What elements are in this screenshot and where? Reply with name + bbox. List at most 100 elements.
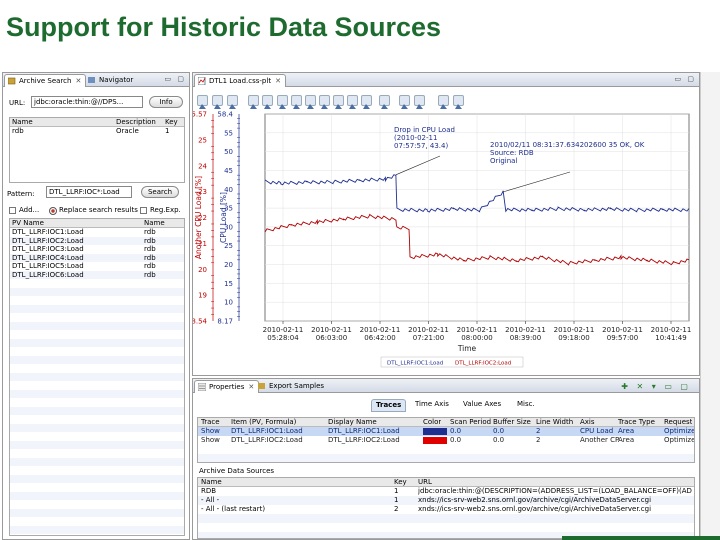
- subtab-misc[interactable]: Misc.: [513, 399, 539, 410]
- regexp-checkbox[interactable]: [140, 207, 147, 214]
- list-item[interactable]: [10, 457, 184, 466]
- list-item[interactable]: [10, 466, 184, 475]
- close-icon[interactable]: ✕: [248, 383, 254, 391]
- trace-color-swatch[interactable]: [423, 428, 447, 435]
- autoscale-icon[interactable]: [305, 95, 316, 109]
- table-row[interactable]: - All - (last restart) 2 xnds://ics-srv-we…: [198, 505, 694, 514]
- minimize-maximize-icon[interactable]: ▭ ▢: [165, 75, 186, 83]
- source-col-header[interactable]: URL: [418, 478, 432, 487]
- list-item[interactable]: DTL_LLRF:IOC4:Load rdb: [10, 253, 184, 262]
- list-item[interactable]: DTL_LLRF:IOC6:Load rdb: [10, 270, 184, 279]
- list-item[interactable]: DTL_LLRF:IOC3:Load rdb: [10, 245, 184, 254]
- list-item[interactable]: [10, 525, 184, 534]
- col-pv-name[interactable]: PV Name: [12, 219, 44, 228]
- list-item[interactable]: [10, 355, 184, 364]
- trace-col-header[interactable]: Line Width: [536, 418, 573, 427]
- subtab-time-axis[interactable]: Time Axis: [411, 399, 453, 410]
- list-item[interactable]: [10, 389, 184, 398]
- list-item[interactable]: [10, 321, 184, 330]
- legend-item-2[interactable]: DTL_LLRF:IOC2:Load: [455, 361, 511, 367]
- zoom-in-icon[interactable]: [197, 95, 208, 109]
- list-item[interactable]: [10, 483, 184, 492]
- list-item[interactable]: [10, 347, 184, 356]
- zoom-y-in-icon[interactable]: [347, 95, 358, 109]
- table-row[interactable]: RDB 1 jdbc:oracle:thin:@(DESCRIPTION=(ADDR…: [198, 487, 694, 496]
- list-item[interactable]: [10, 338, 184, 347]
- subtab-traces[interactable]: Traces: [371, 399, 407, 412]
- trace-col-header[interactable]: Axis: [580, 418, 595, 427]
- list-item[interactable]: [10, 440, 184, 449]
- list-item[interactable]: [10, 279, 184, 288]
- col-name[interactable]: Name: [12, 118, 33, 127]
- list-item[interactable]: [10, 415, 184, 424]
- table-row[interactable]: rdb Oracle 1: [10, 127, 184, 136]
- trace-col-header[interactable]: Trace: [201, 418, 220, 427]
- trace-col-header[interactable]: Buffer Size: [493, 418, 531, 427]
- value-zoom-icon[interactable]: [277, 95, 288, 109]
- col-description[interactable]: Description: [116, 118, 156, 127]
- trace-col-header[interactable]: Request: [664, 418, 692, 427]
- tab-archive-search[interactable]: Archive Search ✕: [4, 74, 87, 87]
- zoom-out-icon[interactable]: [212, 95, 223, 109]
- list-item[interactable]: DTL_LLRF:IOC1:Load rdb: [10, 228, 184, 237]
- list-item[interactable]: [10, 381, 184, 390]
- redo-icon[interactable]: [438, 95, 449, 109]
- search-button[interactable]: Search: [141, 186, 179, 198]
- minimize-maximize-icon[interactable]: ▭ ▢: [675, 75, 696, 83]
- list-item[interactable]: [10, 398, 184, 407]
- list-item[interactable]: [10, 313, 184, 322]
- list-item[interactable]: DTL_LLRF:IOC2:Load rdb: [10, 236, 184, 245]
- close-icon[interactable]: ✕: [75, 77, 81, 85]
- properties-toolbar-icons[interactable]: ✚ ✕ ▾ ▭ ▢: [621, 382, 691, 391]
- pattern-input[interactable]: DTL_LLRF:IOC*:Load: [46, 186, 132, 198]
- list-item[interactable]: [10, 432, 184, 441]
- list-item[interactable]: [10, 474, 184, 483]
- table-row[interactable]: - All - 1 xnds://ics-srv-web2.sns.ornl.gov…: [198, 496, 694, 505]
- tab-export-samples[interactable]: Export Samples: [255, 380, 328, 393]
- trace-color-swatch[interactable]: [423, 437, 447, 444]
- time-pan-icon[interactable]: [262, 95, 273, 109]
- table-row[interactable]: Show DTL_LLRF:IOC1:Load DTL_LLRF:IOC1:Load…: [198, 427, 694, 436]
- undo-icon[interactable]: [414, 95, 425, 109]
- source-col-header[interactable]: Name: [201, 478, 222, 487]
- tab-navigator[interactable]: Navigator: [85, 74, 137, 87]
- trace-col-header[interactable]: Scan Period: [450, 418, 491, 427]
- refresh-icon[interactable]: [399, 95, 410, 109]
- source-col-header[interactable]: Key: [394, 478, 407, 487]
- list-item[interactable]: [10, 287, 184, 296]
- trace-col-header[interactable]: Item (PV, Formula): [231, 418, 296, 427]
- legend-item-1[interactable]: DTL_LLRF:IOC1:Load: [387, 361, 443, 367]
- time-zoom-icon[interactable]: [248, 95, 259, 109]
- list-item[interactable]: [10, 449, 184, 458]
- table-row[interactable]: [198, 445, 694, 454]
- info-button[interactable]: Info: [149, 96, 183, 108]
- table-row[interactable]: Show DTL_LLRF:IOC2:Load DTL_LLRF:IOC2:Load…: [198, 436, 694, 445]
- list-item[interactable]: [10, 304, 184, 313]
- tab-properties[interactable]: Properties ✕: [194, 380, 260, 393]
- pan-icon[interactable]: [227, 95, 238, 109]
- list-item[interactable]: [10, 296, 184, 305]
- zoom-x-out-icon[interactable]: [333, 95, 344, 109]
- list-item[interactable]: [10, 364, 184, 373]
- zoom-y-out-icon[interactable]: [361, 95, 372, 109]
- table-row[interactable]: [198, 454, 694, 462]
- trace-col-header[interactable]: Trace Type: [618, 418, 655, 427]
- replace-radio[interactable]: [49, 207, 57, 215]
- trace-col-header[interactable]: Color: [423, 418, 441, 427]
- list-item[interactable]: [10, 406, 184, 415]
- stagger-icon[interactable]: [291, 95, 302, 109]
- snapshot-icon[interactable]: [453, 95, 464, 109]
- cursor-icon[interactable]: [379, 95, 390, 109]
- table-row[interactable]: [198, 514, 694, 523]
- list-item[interactable]: [10, 372, 184, 381]
- chart[interactable]: 25.572524232221201918.5458.4555045403530…: [193, 107, 699, 375]
- list-item[interactable]: [10, 423, 184, 432]
- close-icon[interactable]: ✕: [275, 77, 281, 85]
- list-item[interactable]: [10, 330, 184, 339]
- list-item[interactable]: [10, 491, 184, 500]
- list-item[interactable]: DTL_LLRF:IOC5:Load rdb: [10, 262, 184, 271]
- subtab-value-axes[interactable]: Value Axes: [459, 399, 505, 410]
- url-input[interactable]: jdbc:oracle:thin:@//DPS...: [31, 96, 143, 108]
- col-key[interactable]: Key: [165, 118, 178, 127]
- zoom-x-in-icon[interactable]: [319, 95, 330, 109]
